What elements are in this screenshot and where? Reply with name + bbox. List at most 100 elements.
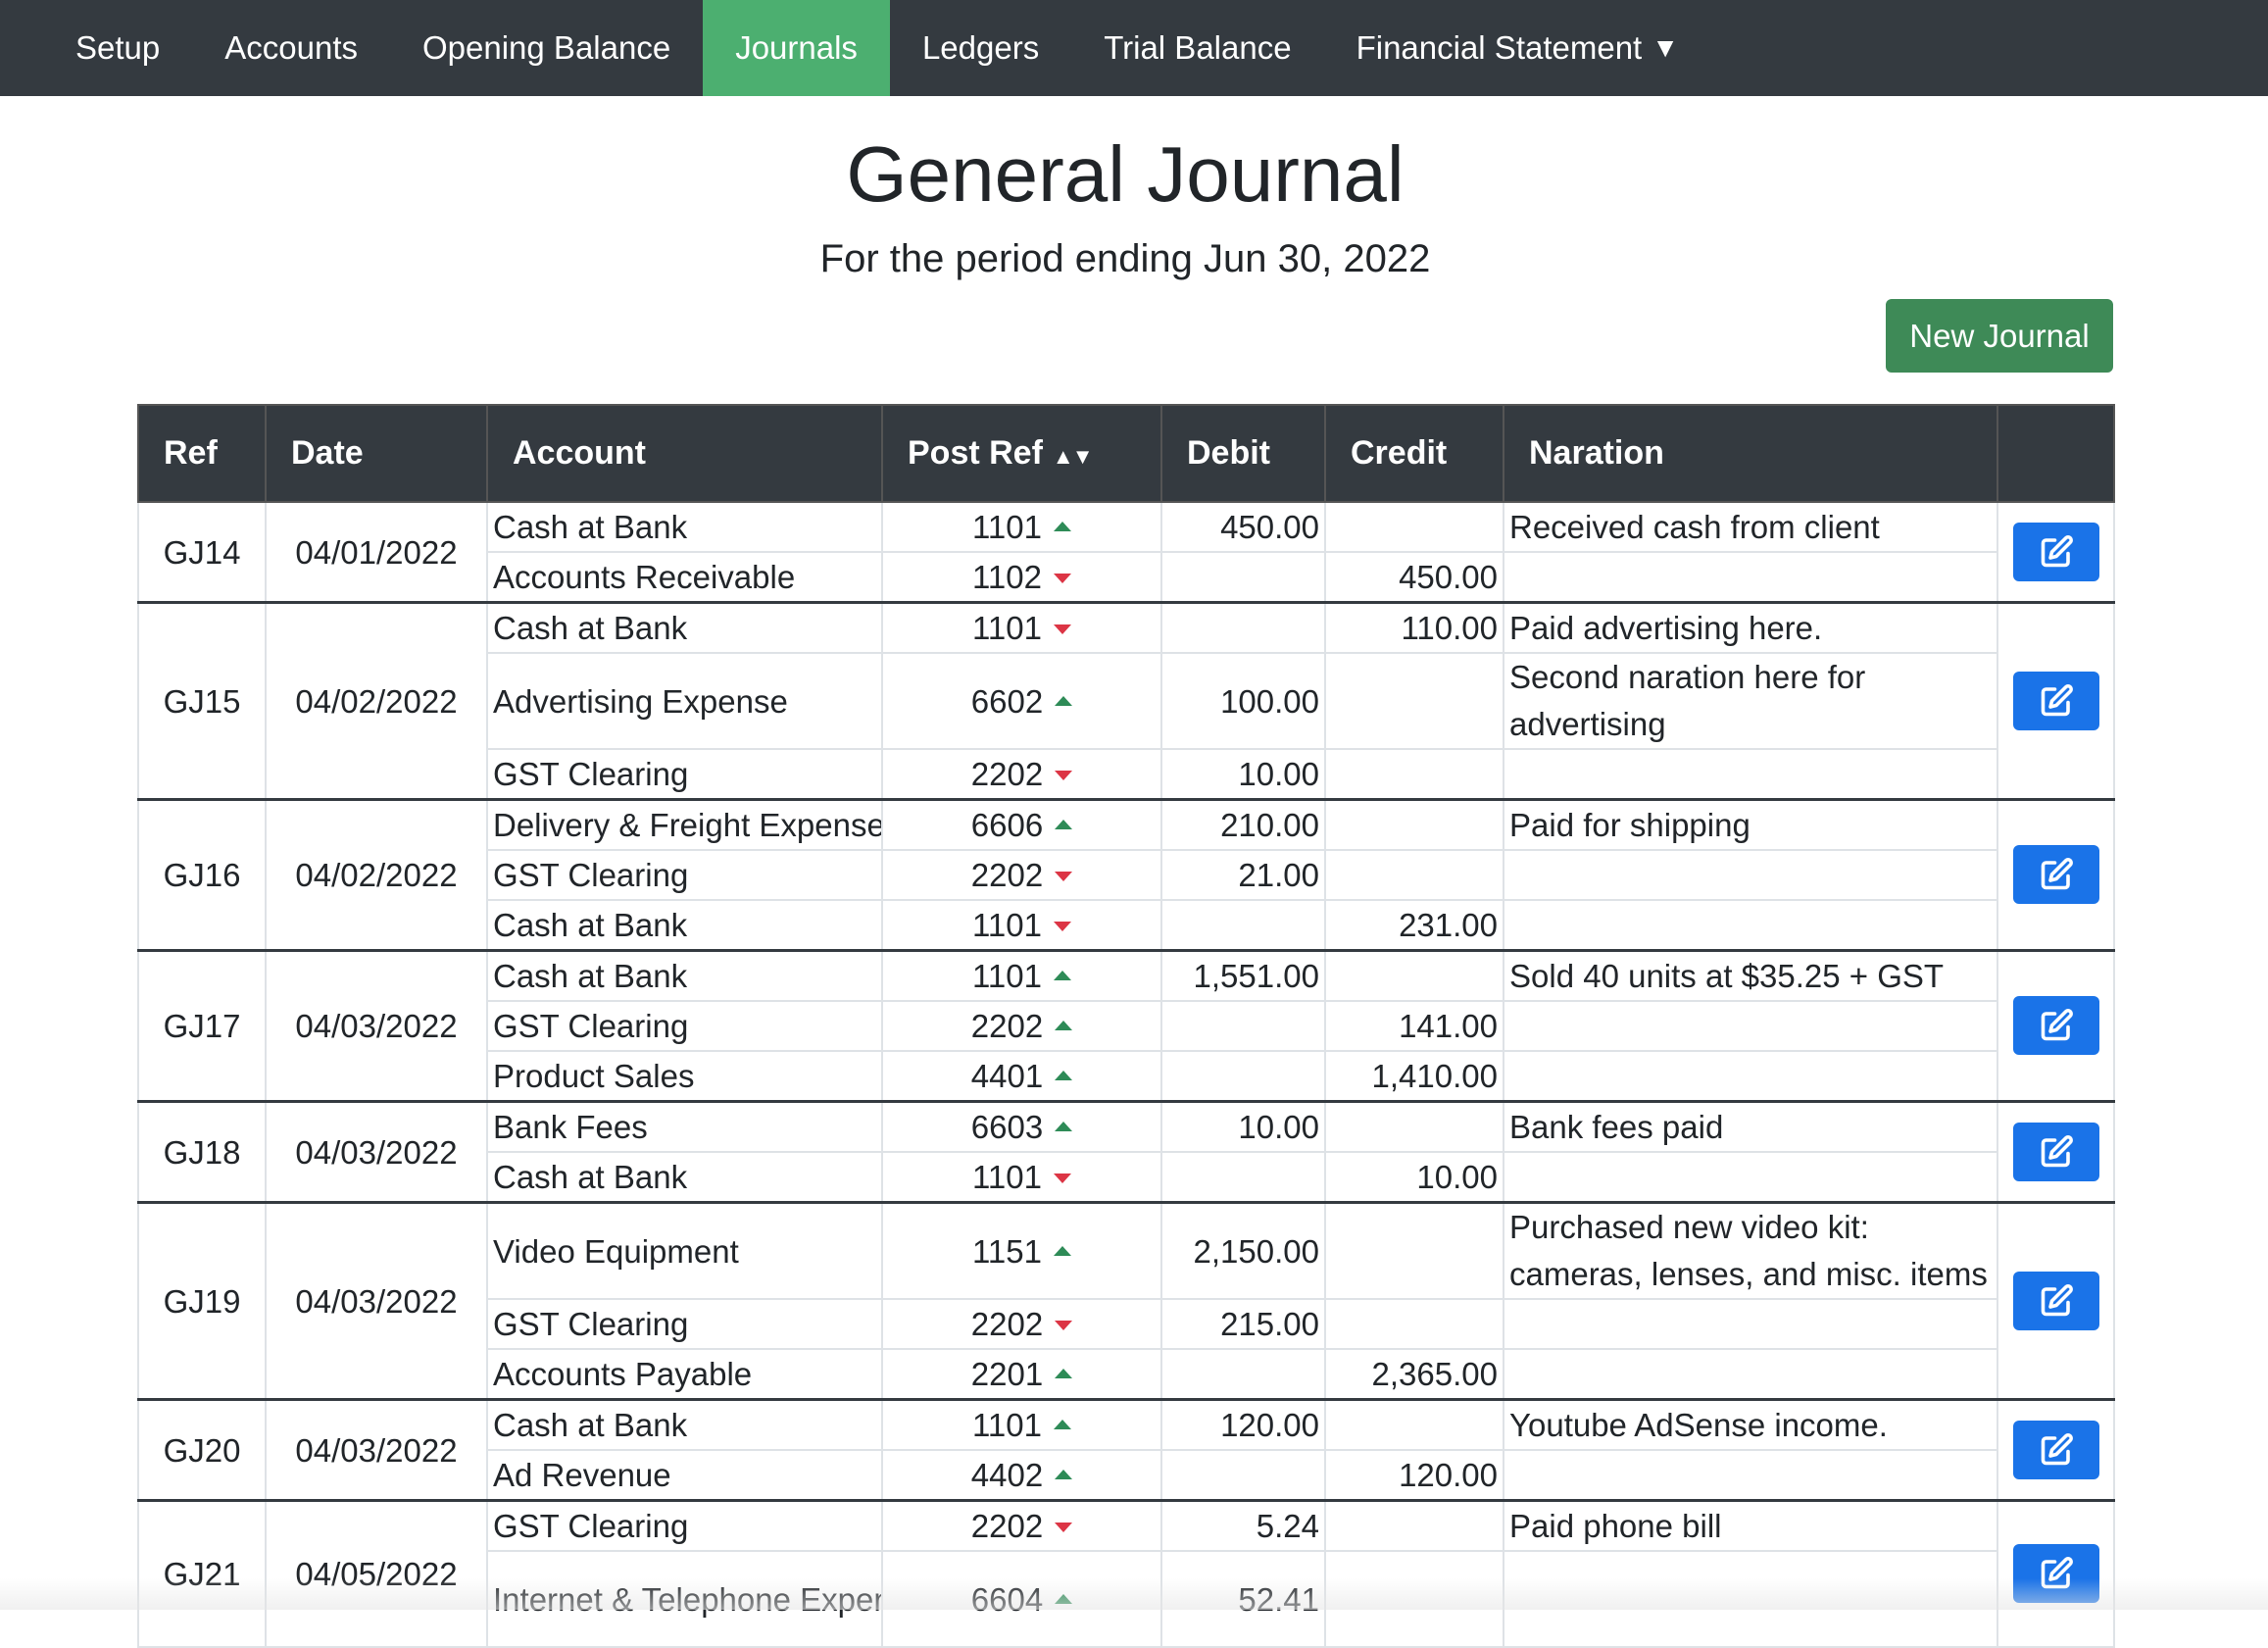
post-ref: 2201 [881, 1348, 1162, 1401]
narration: Received cash from client [1503, 501, 1998, 553]
account-name: GST Clearing [486, 849, 883, 901]
edit-cell [1997, 798, 2115, 952]
edit-square-icon [2039, 534, 2074, 570]
post-ref-code: 2202 [970, 756, 1044, 792]
account-name: Accounts Receivable [486, 551, 883, 604]
post-ref: 6602 [881, 652, 1162, 750]
account-name: Accounts Payable [486, 1348, 883, 1401]
post-ref: 2202 [881, 1499, 1162, 1552]
account-name: Cash at Bank [486, 501, 883, 553]
col-naration: Naration [1503, 404, 1998, 503]
nav-item-label: Opening Balance [422, 29, 671, 66]
debit-amount [1160, 1449, 1326, 1502]
debit-amount: 120.00 [1160, 1398, 1326, 1451]
account-name: GST Clearing [486, 748, 883, 801]
new-journal-button[interactable]: New Journal [1886, 299, 2113, 373]
journal-ref: GJ18 [137, 1100, 267, 1204]
edit-square-icon [2039, 1008, 2074, 1043]
edit-cell [1997, 501, 2115, 604]
table-row: GJ21 04/05/2022 GST Clearing 2202 5.24 Paid p… [137, 1499, 2115, 1648]
narration [1503, 1298, 1998, 1350]
post-ref: 2202 [881, 748, 1162, 801]
post-ref: 1101 [881, 1151, 1162, 1204]
debit-amount [1160, 601, 1326, 654]
journal-ref: GJ16 [137, 798, 267, 952]
narration: Paid for shipping [1503, 798, 1998, 851]
post-ref-code: 2202 [970, 857, 1044, 893]
table-row: GJ17 04/03/2022 Cash at Bank 1101 1,551.00 So… [137, 949, 2115, 1103]
post-ref-code: 1101 [972, 509, 1042, 545]
arrow-down-icon [1055, 771, 1073, 781]
edit-journal-button[interactable] [2012, 522, 2099, 581]
narration [1503, 1000, 1998, 1052]
debit-amount: 1,551.00 [1160, 949, 1326, 1002]
account-name: Ad Revenue [486, 1449, 883, 1502]
debit-amount: 100.00 [1160, 652, 1326, 750]
journal-ref: GJ21 [137, 1499, 267, 1648]
nav-item-setup[interactable]: Setup [43, 0, 192, 96]
credit-amount [1324, 1499, 1504, 1552]
account-name: Bank Fees [486, 1100, 883, 1153]
post-ref: 1101 [881, 1398, 1162, 1451]
edit-journal-button[interactable] [2012, 1271, 2099, 1330]
nav-item-financial-statement[interactable]: Financial Statement ▼ [1324, 0, 1711, 96]
credit-amount [1324, 748, 1504, 801]
edit-cell [1997, 1398, 2115, 1502]
page-title: General Journal [846, 130, 1405, 218]
account-name: Advertising Expense [486, 652, 883, 750]
account-name: GST Clearing [486, 1499, 883, 1552]
debit-amount [1160, 1000, 1326, 1052]
account-name: Internet & Telephone Expense [486, 1550, 883, 1648]
nav-item-opening-balance[interactable]: Opening Balance [390, 0, 703, 96]
narration [1503, 1550, 1998, 1648]
account-name: Cash at Bank [486, 949, 883, 1002]
nav-item-label: Ledgers [921, 29, 1040, 66]
credit-amount: 231.00 [1324, 899, 1504, 952]
table-row: GJ14 04/01/2022 Cash at Bank 1101 450.00 Rece… [137, 501, 2115, 604]
arrow-up-icon [1053, 1420, 1071, 1430]
narration: Youtube AdSense income. [1503, 1398, 1998, 1451]
nav-item-journals[interactable]: Journals [703, 0, 890, 96]
col-post-ref[interactable]: Post Ref ▲▼ [881, 404, 1162, 503]
post-ref: 1101 [881, 899, 1162, 952]
col-debit: Debit [1160, 404, 1326, 503]
edit-journal-button[interactable] [2012, 1122, 2099, 1181]
edit-journal-button[interactable] [2012, 1544, 2099, 1603]
post-ref-code: 2202 [970, 1008, 1044, 1044]
post-ref-code: 1151 [972, 1232, 1042, 1270]
edit-square-icon [2039, 857, 2074, 892]
post-ref-code: 4402 [970, 1457, 1044, 1493]
nav-item-trial-balance[interactable]: Trial Balance [1071, 0, 1323, 96]
post-ref-code: 1101 [972, 958, 1042, 994]
table-row: GJ20 04/03/2022 Cash at Bank 1101 120.00 Yout… [137, 1398, 2115, 1502]
nav-item-ledgers[interactable]: Ledgers [890, 0, 1071, 96]
journal-ref: GJ17 [137, 949, 267, 1103]
debit-amount [1160, 551, 1326, 604]
account-name: Cash at Bank [486, 899, 883, 952]
narration: Paid phone bill [1503, 1499, 1998, 1552]
edit-journal-button[interactable] [2012, 1420, 2099, 1479]
credit-amount [1324, 1398, 1504, 1451]
account-name: GST Clearing [486, 1000, 883, 1052]
arrow-up-icon [1053, 971, 1071, 981]
post-ref: 2202 [881, 1298, 1162, 1350]
post-ref: 6603 [881, 1100, 1162, 1153]
edit-journal-button[interactable] [2012, 996, 2099, 1055]
nav-item-accounts[interactable]: Accounts [192, 0, 390, 96]
journal-ref: GJ14 [137, 501, 267, 604]
credit-amount [1324, 949, 1504, 1002]
narration: Purchased new video kit: cameras, lenses… [1503, 1201, 1998, 1300]
post-ref-code: 1101 [972, 907, 1042, 943]
edit-square-icon [2039, 1432, 2074, 1468]
account-name: Cash at Bank [486, 601, 883, 654]
edit-journal-button[interactable] [2012, 671, 2099, 730]
arrow-up-icon [1053, 522, 1071, 532]
nav-item-label: Accounts [224, 29, 358, 66]
narration [1503, 899, 1998, 952]
debit-amount [1160, 1050, 1326, 1103]
sort-icon[interactable]: ▲▼ [1053, 444, 1094, 469]
arrow-up-icon [1053, 1245, 1071, 1256]
edit-journal-button[interactable] [2012, 845, 2099, 904]
debit-amount: 10.00 [1160, 1100, 1326, 1153]
arrow-down-icon [1055, 872, 1073, 882]
